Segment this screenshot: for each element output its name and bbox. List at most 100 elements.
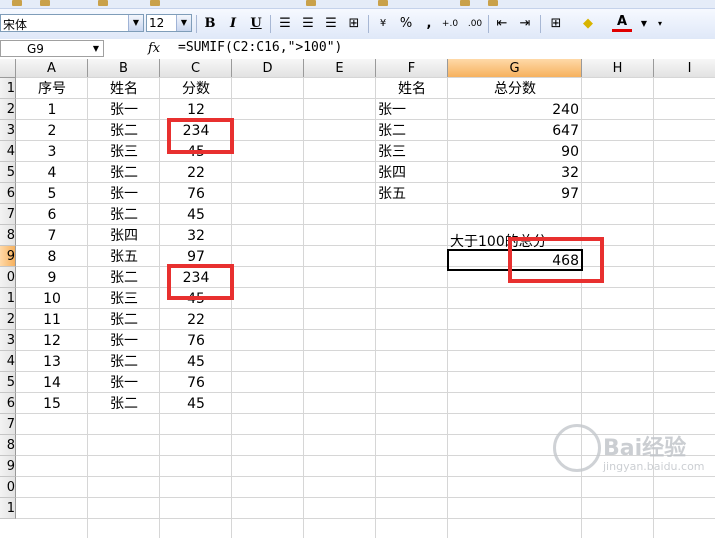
chevron-down-icon[interactable]: ▼ [89,41,103,56]
name-cell[interactable]: 张二 [88,162,160,183]
row-header[interactable]: 5 [0,162,16,183]
chevron-down-icon[interactable]: ▼ [128,15,143,31]
summary-name-cell[interactable]: 张四 [376,162,450,183]
name-cell[interactable]: 张二 [88,351,160,372]
score-cell[interactable]: 32 [160,225,232,246]
cut-icon[interactable] [150,0,160,6]
italic-button[interactable]: I [223,14,243,34]
name-cell[interactable]: 张一 [88,372,160,393]
percent-button[interactable]: % [396,14,416,34]
row-header[interactable]: 9 [0,456,16,477]
seq-cell[interactable]: 14 [16,372,88,393]
sort-icon[interactable] [460,0,470,6]
save-icon[interactable] [40,0,50,6]
column-header-i[interactable]: I [654,59,715,78]
summary-total-cell[interactable]: 90 [448,141,582,162]
decrease-decimal-button[interactable]: .00 [465,14,485,34]
merge-center-icon[interactable]: ⊞ [344,14,364,34]
row-header[interactable]: 4 [0,351,16,372]
row-header[interactable]: 6 [0,183,16,204]
borders-icon[interactable]: ⊞ [546,14,566,34]
name-cell[interactable]: 张四 [88,225,160,246]
seq-cell[interactable]: 8 [16,246,88,267]
score-cell[interactable]: 12 [160,99,232,120]
name-cell[interactable]: 张二 [88,309,160,330]
column-header-e[interactable]: E [304,59,376,78]
row-header[interactable]: 0 [0,267,16,288]
fill-color-icon[interactable]: ◆ [578,14,598,34]
align-left-icon[interactable]: ☰ [275,14,295,34]
name-cell[interactable]: 张三 [88,141,160,162]
select-all-corner[interactable] [0,59,16,78]
header-cell-summary-name[interactable]: 姓名 [376,78,448,99]
decrease-indent-icon[interactable]: ⇤ [492,14,512,34]
open-icon[interactable] [12,0,22,6]
row-header[interactable]: 2 [0,99,16,120]
summary-name-cell[interactable]: 张三 [376,141,450,162]
name-cell[interactable]: 张五 [88,246,160,267]
font-size-select[interactable]: 12 ▼ [146,14,192,32]
insert-function-button[interactable]: fx [148,41,168,57]
name-cell[interactable]: 张三 [88,288,160,309]
seq-cell[interactable]: 15 [16,393,88,414]
chevron-down-icon[interactable]: ▼ [176,15,191,31]
header-cell-total[interactable]: 总分数 [448,78,582,99]
hyperlink-icon[interactable] [378,0,388,6]
column-header-a[interactable]: A [16,59,88,78]
name-cell[interactable]: 张一 [88,183,160,204]
row-header[interactable]: 5 [0,372,16,393]
name-box[interactable]: G9 ▼ [0,40,104,57]
align-right-icon[interactable]: ☰ [321,14,341,34]
name-cell[interactable]: 张二 [88,393,160,414]
seq-cell[interactable]: 12 [16,330,88,351]
score-cell[interactable]: 45 [160,351,232,372]
row-header[interactable]: 1 [0,78,16,99]
summary-total-cell[interactable]: 240 [448,99,582,120]
header-cell-score[interactable]: 分数 [160,78,232,99]
underline-button[interactable]: U [246,14,266,34]
bold-button[interactable]: B [200,14,220,34]
seq-cell[interactable]: 2 [16,120,88,141]
seq-cell[interactable]: 4 [16,162,88,183]
seq-cell[interactable]: 10 [16,288,88,309]
name-cell[interactable]: 张一 [88,99,160,120]
formula-input[interactable]: =SUMIF(C2:C16,">100") [178,40,342,55]
row-header[interactable]: 9 [0,246,16,267]
seq-cell[interactable]: 6 [16,204,88,225]
column-header-h[interactable]: H [582,59,654,78]
seq-cell[interactable]: 5 [16,183,88,204]
font-color-button[interactable]: A [612,14,632,32]
seq-cell[interactable]: 3 [16,141,88,162]
row-header[interactable]: 1 [0,498,16,519]
chart-icon[interactable] [488,0,498,6]
column-header-f[interactable]: F [376,59,448,78]
increase-indent-icon[interactable]: ⇥ [515,14,535,34]
summary-name-cell[interactable]: 张二 [376,120,450,141]
seq-cell[interactable]: 9 [16,267,88,288]
score-cell[interactable]: 45 [160,393,232,414]
summary-name-cell[interactable]: 张五 [376,183,450,204]
seq-cell[interactable]: 7 [16,225,88,246]
score-cell[interactable]: 45 [160,204,232,225]
row-header[interactable]: 3 [0,330,16,351]
name-cell[interactable]: 张一 [88,330,160,351]
summary-total-cell[interactable]: 647 [448,120,582,141]
header-cell-seq[interactable]: 序号 [16,78,88,99]
row-header[interactable]: 3 [0,120,16,141]
score-cell[interactable]: 22 [160,309,232,330]
summary-name-cell[interactable]: 张一 [376,99,450,120]
row-header[interactable]: 0 [0,477,16,498]
score-cell[interactable]: 76 [160,183,232,204]
row-header[interactable]: 8 [0,225,16,246]
name-cell[interactable]: 张二 [88,267,160,288]
increase-decimal-button[interactable]: +.0 [440,14,460,34]
row-header[interactable]: 4 [0,141,16,162]
row-header[interactable]: 7 [0,414,16,435]
seq-cell[interactable]: 1 [16,99,88,120]
row-header[interactable]: 2 [0,309,16,330]
summary-total-cell[interactable]: 32 [448,162,582,183]
paste-icon[interactable] [306,0,316,6]
name-cell[interactable]: 张二 [88,204,160,225]
header-cell-name[interactable]: 姓名 [88,78,160,99]
row-header[interactable]: 1 [0,288,16,309]
